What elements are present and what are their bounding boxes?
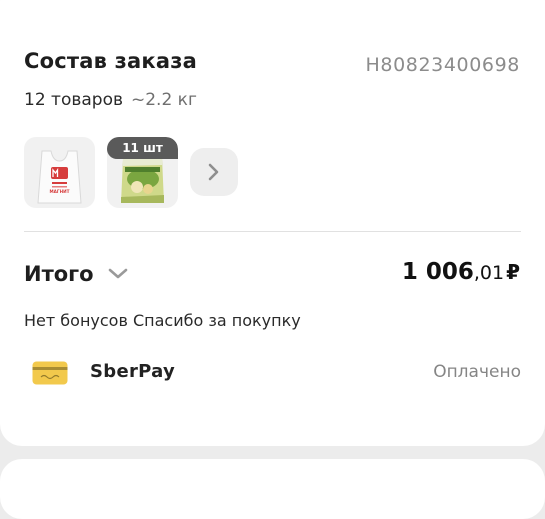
payment-row: SberPay Оплачено <box>24 355 521 391</box>
item-thumbnail-product[interactable]: 11 шт <box>107 137 178 208</box>
total-amount: 1 006,01 ₽ <box>402 259 520 285</box>
total-label[interactable]: Итого <box>24 262 94 286</box>
shopping-bag-icon: МАГНИТ <box>37 150 82 204</box>
payment-status: Оплачено <box>433 362 521 382</box>
total-amount-cents: ,01 <box>473 262 505 284</box>
next-card <box>0 459 545 519</box>
order-summary: 12 товаров ~2.2 кг <box>24 90 197 110</box>
bag-brand-text: МАГНИТ <box>50 189 70 194</box>
bank-card-icon <box>32 361 68 385</box>
more-items-button[interactable] <box>190 148 238 196</box>
order-number[interactable]: Н80823400698 <box>366 54 520 76</box>
total-amount-integer: 1 006 <box>401 259 474 285</box>
divider <box>24 231 521 232</box>
items-count: 12 товаров <box>24 90 123 110</box>
order-weight: ~2.2 кг <box>131 90 197 110</box>
quantity-badge: 11 шт <box>107 137 178 159</box>
chevron-right-icon <box>208 163 219 181</box>
order-title: Состав заказа <box>24 49 197 73</box>
payment-method: SberPay <box>90 361 176 382</box>
item-thumbnail-bag[interactable]: МАГНИТ <box>24 137 95 208</box>
chevron-down-icon[interactable] <box>107 266 129 282</box>
currency-symbol: ₽ <box>506 260 520 284</box>
bonus-text: Нет бонусов Спасибо за покупку <box>24 311 301 330</box>
